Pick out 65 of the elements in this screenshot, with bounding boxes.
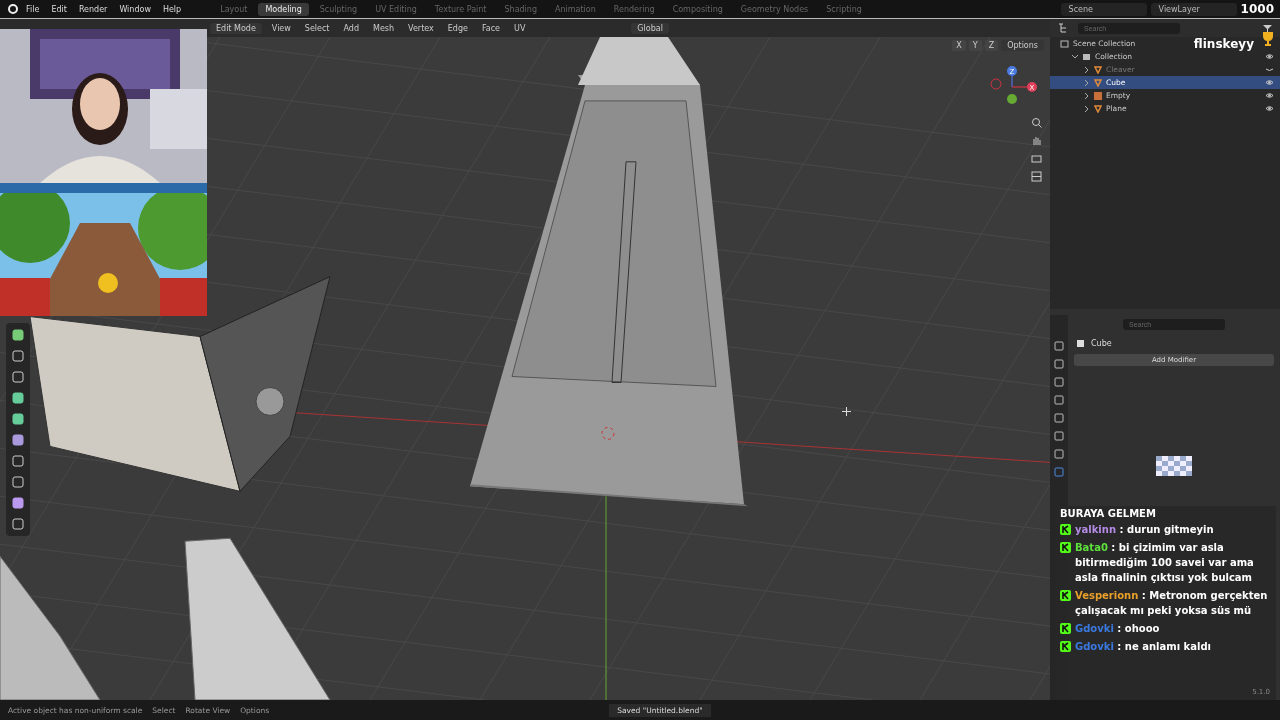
chat-message: Bata0 : bi çizimim var asla bitirmediğim 100 savei var ama asla finalinin çıktısı yok bulcam (1075, 541, 1255, 585)
tool-icon[interactable] (9, 473, 27, 491)
object-icon (1076, 339, 1085, 348)
axis-toggle[interactable]: Y (968, 40, 982, 51)
badge-icon (1060, 524, 1071, 535)
menu-item[interactable]: File (22, 4, 44, 14)
hand-icon[interactable] (1031, 135, 1042, 146)
menu-item[interactable]: Edge (443, 22, 472, 34)
menu-item[interactable]: Add (339, 22, 363, 34)
chevron-down-icon[interactable] (1072, 53, 1078, 60)
menu-item[interactable]: Select (300, 22, 334, 34)
menu-item[interactable]: Edit (47, 4, 71, 14)
menu-item[interactable]: Mesh (369, 22, 399, 34)
counter-text: 1000 (1240, 2, 1274, 16)
menu-item[interactable]: Window (115, 4, 155, 14)
tool-icon[interactable] (9, 368, 27, 386)
blender-logo-icon[interactable] (6, 3, 18, 15)
grid-icon[interactable] (1031, 171, 1042, 182)
axis-toggle[interactable]: Z (984, 40, 999, 51)
tool-icon[interactable] (9, 326, 27, 344)
chevron-right-icon[interactable] (1084, 92, 1090, 99)
object-name: Cube (1091, 339, 1112, 348)
workspace-tab[interactable]: Modeling (258, 2, 309, 16)
hidden-eye-icon[interactable] (1265, 66, 1274, 73)
menu-item[interactable]: Face (477, 22, 505, 34)
eye-icon[interactable] (1265, 53, 1274, 60)
tool-icon[interactable] (9, 515, 27, 533)
eye-icon[interactable] (1265, 105, 1274, 112)
triangle-icon (1094, 104, 1102, 113)
chat-message: Vesperionn : Metronom gerçekten çalışacak mı peki yoksa süs mü (1075, 589, 1269, 618)
axis-toggle[interactable]: X (952, 40, 966, 51)
eye-icon[interactable] (1265, 79, 1274, 86)
view-layer-field[interactable]: ViewLayer (1150, 2, 1237, 16)
menu-item[interactable]: Help (158, 4, 186, 14)
eye-icon[interactable] (1265, 92, 1274, 99)
badge-icon (1060, 590, 1071, 601)
filter-icon[interactable] (1263, 23, 1272, 33)
menu-item[interactable]: Render (74, 4, 112, 14)
chevron-right-icon[interactable] (1084, 79, 1090, 86)
trophy-icon (1260, 31, 1276, 47)
badge-icon (1060, 542, 1071, 553)
badge-icon (1060, 623, 1071, 634)
box-icon (1060, 39, 1069, 48)
scene-field[interactable]: Scene (1060, 2, 1147, 16)
badge-icon (1060, 641, 1071, 652)
menu-item[interactable]: UV (510, 22, 530, 34)
chevron-right-icon[interactable] (1084, 105, 1090, 112)
tool-icon[interactable] (9, 347, 27, 365)
camera-icon[interactable] (1031, 153, 1042, 164)
chat-message: Gdovki : ohooo (1075, 622, 1160, 636)
chat-message: yalkinn : durun gitmeyin (1075, 523, 1214, 537)
checker-icon (1156, 456, 1192, 476)
box-icon (1082, 52, 1091, 61)
options-dropdown[interactable]: Options (1001, 40, 1044, 51)
zoom-icon[interactable] (1031, 117, 1042, 128)
chat-message: BURAYA GELMEM (1060, 508, 1157, 519)
cursor-crosshair-icon (842, 407, 851, 416)
menu-item[interactable]: View (267, 22, 295, 34)
chat-message: Gdovki : ne anlamı kaldı (1075, 640, 1211, 654)
chevron-right-icon[interactable] (1084, 66, 1090, 73)
orientation-dropdown[interactable]: Global (631, 22, 669, 34)
menu-item[interactable]: Vertex (404, 22, 438, 34)
mode-dropdown[interactable]: Edit Mode (210, 22, 262, 34)
tool-icon[interactable] (9, 452, 27, 470)
channel-name-text: flinskeyy (1193, 37, 1254, 51)
